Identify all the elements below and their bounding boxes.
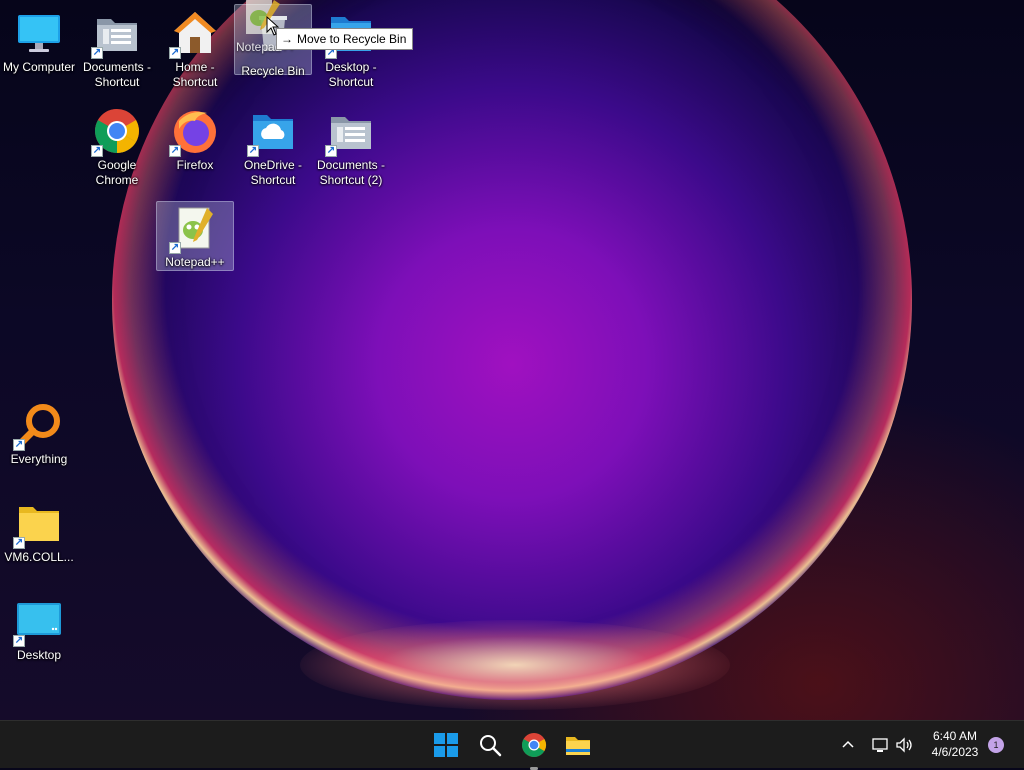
shortcut-arrow-icon: ↗ — [13, 635, 25, 647]
desktop-screen-icon: ↗ — [13, 597, 63, 647]
network-icon — [872, 738, 888, 752]
search-button[interactable] — [474, 729, 506, 761]
notification-badge[interactable]: 1 — [988, 737, 1004, 753]
desktop-icon-label: Google Chrome — [95, 158, 139, 187]
shortcut-arrow-icon: ↗ — [91, 145, 103, 157]
desktop-icon-label: OneDrive - Shortcut — [243, 158, 302, 187]
volume-button[interactable] — [894, 735, 914, 755]
shortcut-arrow-icon: ↗ — [13, 537, 25, 549]
clock[interactable]: 6:40 AM 4/6/2023 — [918, 728, 992, 760]
desktop-icon-label: Everything — [10, 452, 68, 466]
taskbar-file-explorer-button[interactable] — [562, 729, 594, 761]
tooltip-text: Move to Recycle Bin — [297, 32, 407, 46]
shortcut-arrow-icon: ↗ — [91, 47, 103, 59]
arrow-right-icon: → — [281, 32, 293, 46]
desktop-icon-label: My Computer — [2, 60, 76, 74]
shortcut-arrow-icon: ↗ — [13, 439, 25, 451]
folder-icon: ↗ — [13, 499, 63, 549]
desktop-icon-documents-shortcut[interactable]: ↗ Documents - Shortcut — [78, 6, 156, 89]
notepad-plus-plus-icon: ↗ — [169, 204, 219, 254]
desktop-icon-firefox[interactable]: ↗ Firefox — [156, 104, 234, 184]
desktop-icon-google-chrome[interactable]: ↗ Google Chrome — [78, 104, 156, 187]
desktop-icon-my-computer[interactable]: My Computer — [0, 6, 78, 86]
chevron-up-icon — [842, 740, 854, 748]
desktop-icon-label: Notepad++ — [165, 255, 225, 269]
firefox-icon: ↗ — [169, 107, 219, 157]
documents-folder-icon: ↗ — [91, 9, 141, 59]
desktop-icon-label: Home - Shortcut — [172, 60, 218, 89]
documents-folder-icon: ↗ — [325, 107, 375, 157]
desktop-icon-label: Desktop - Shortcut — [325, 60, 377, 89]
desktop-icon-documents-shortcut-2[interactable]: ↗ Documents - Shortcut (2) — [312, 104, 390, 187]
desktop-icon-label: Desktop — [16, 648, 62, 662]
volume-icon — [896, 737, 912, 753]
taskbar: 6:40 AM 4/6/2023 1 — [0, 720, 1024, 770]
shortcut-arrow-icon: ↗ — [169, 242, 181, 254]
desktop-icon-label: Recycle Bin — [241, 64, 305, 78]
start-button[interactable] — [430, 729, 462, 761]
desktop-icon-home-shortcut[interactable]: ↗ Home - Shortcut — [156, 6, 234, 89]
desktop-icon-onedrive-shortcut[interactable]: ↗ OneDrive - Shortcut — [234, 104, 312, 187]
drag-tooltip: → Move to Recycle Bin — [276, 28, 414, 50]
shortcut-arrow-icon: ↗ — [169, 145, 181, 157]
clock-time: 6:40 AM — [932, 729, 978, 743]
wallpaper-glow — [300, 620, 730, 710]
desktop-icon-everything[interactable]: ↗ Everything — [0, 398, 78, 478]
chrome-icon: ↗ — [91, 107, 141, 157]
desktop-icon-desktop[interactable]: ↗ Desktop — [0, 594, 78, 674]
desktop-icon-label: VM6.COLL... — [4, 550, 74, 564]
chrome-icon — [521, 733, 547, 758]
search-icon — [480, 735, 502, 757]
desktop-icon-vm6-folder[interactable]: ↗ VM6.COLL... — [0, 496, 78, 576]
file-explorer-icon — [566, 737, 590, 755]
clock-date: 4/6/2023 — [931, 745, 979, 759]
show-hidden-icons-button[interactable] — [838, 735, 858, 755]
desktop-icon-label: Documents - Shortcut — [82, 60, 152, 89]
network-button[interactable] — [870, 735, 890, 755]
mouse-cursor-icon — [266, 15, 280, 36]
shortcut-arrow-icon: ↗ — [247, 145, 259, 157]
taskbar-chrome-button[interactable] — [518, 729, 550, 770]
everything-search-icon: ↗ — [13, 401, 63, 451]
desktop-icon-label: Documents - Shortcut (2) — [316, 158, 386, 187]
desktop-icon-notepad-plus-plus[interactable]: ↗ Notepad++ — [156, 201, 234, 271]
shortcut-arrow-icon: ↗ — [169, 47, 181, 59]
home-icon: ↗ — [169, 9, 219, 59]
shortcut-arrow-icon: ↗ — [325, 145, 337, 157]
desktop-icon-label: Firefox — [176, 158, 214, 172]
monitor-icon — [15, 9, 63, 57]
windows-start-icon — [434, 733, 458, 757]
onedrive-folder-icon: ↗ — [247, 107, 297, 157]
